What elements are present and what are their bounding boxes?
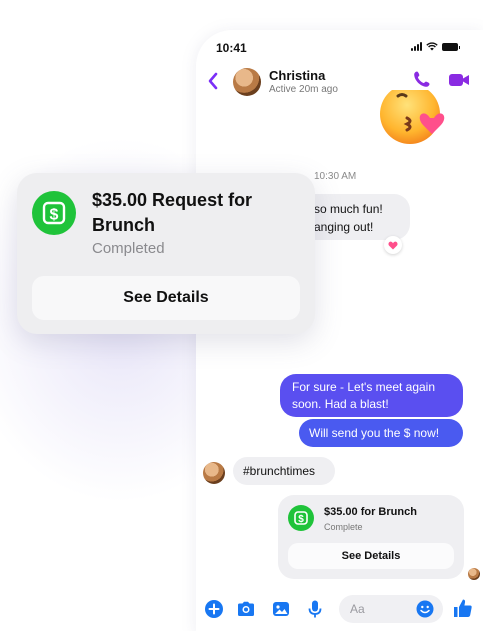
read-receipt-avatar — [468, 568, 480, 580]
incoming-message-line-2: anging out! — [314, 220, 374, 234]
battery-icon — [442, 42, 460, 51]
payment-request-status: Completed — [92, 240, 165, 257]
svg-text:$: $ — [298, 514, 304, 525]
hashtag-message[interactable]: #brunchtimes — [233, 457, 335, 485]
avatar[interactable] — [233, 68, 261, 96]
camera-icon[interactable] — [236, 599, 256, 619]
back-icon[interactable] — [206, 70, 220, 92]
video-camera-icon[interactable] — [448, 72, 470, 88]
phone-icon[interactable] — [413, 70, 431, 88]
dollar-icon: $ — [288, 505, 314, 531]
message-timestamp: 10:30 AM — [314, 171, 357, 182]
message-composer — [196, 592, 483, 630]
payment-status: Complete — [324, 522, 363, 532]
sender-avatar — [203, 462, 225, 484]
status-bar: 10:41 — [196, 30, 483, 64]
status-time: 10:41 — [216, 41, 247, 55]
kiss-emoji-sticker — [380, 90, 445, 144]
payment-request-title: $35.00 Request for Brunch — [92, 190, 253, 235]
outgoing-message[interactable]: For sure - Let's meet again soon. Had a … — [280, 374, 463, 417]
contact-name[interactable]: Christina — [269, 68, 325, 83]
see-details-button[interactable]: See Details — [32, 276, 300, 320]
svg-text:$: $ — [50, 207, 59, 224]
signal-icon — [411, 42, 422, 51]
emoji-icon[interactable] — [416, 600, 434, 618]
payment-title: $35.00 for Brunch — [324, 506, 417, 518]
plus-icon[interactable] — [204, 599, 224, 619]
image-icon[interactable] — [271, 599, 291, 619]
heart-reaction[interactable] — [384, 236, 402, 254]
see-details-button[interactable]: See Details — [288, 543, 454, 569]
outgoing-message[interactable]: Will send you the $ now! — [299, 419, 463, 447]
payment-message-card[interactable]: $ $35.00 for Brunch Complete See Details — [278, 495, 464, 579]
microphone-icon[interactable] — [305, 599, 325, 619]
heart-icon — [388, 241, 398, 249]
payment-request-card[interactable]: $ $35.00 Request for Brunch Completed Se… — [17, 173, 315, 334]
wifi-icon — [426, 42, 438, 51]
incoming-message-line-1: so much fun! — [314, 202, 383, 216]
status-icons — [411, 42, 460, 51]
contact-status: Active 20m ago — [269, 84, 338, 95]
dollar-icon: $ — [32, 191, 76, 235]
thumbs-up-icon[interactable] — [452, 597, 474, 619]
